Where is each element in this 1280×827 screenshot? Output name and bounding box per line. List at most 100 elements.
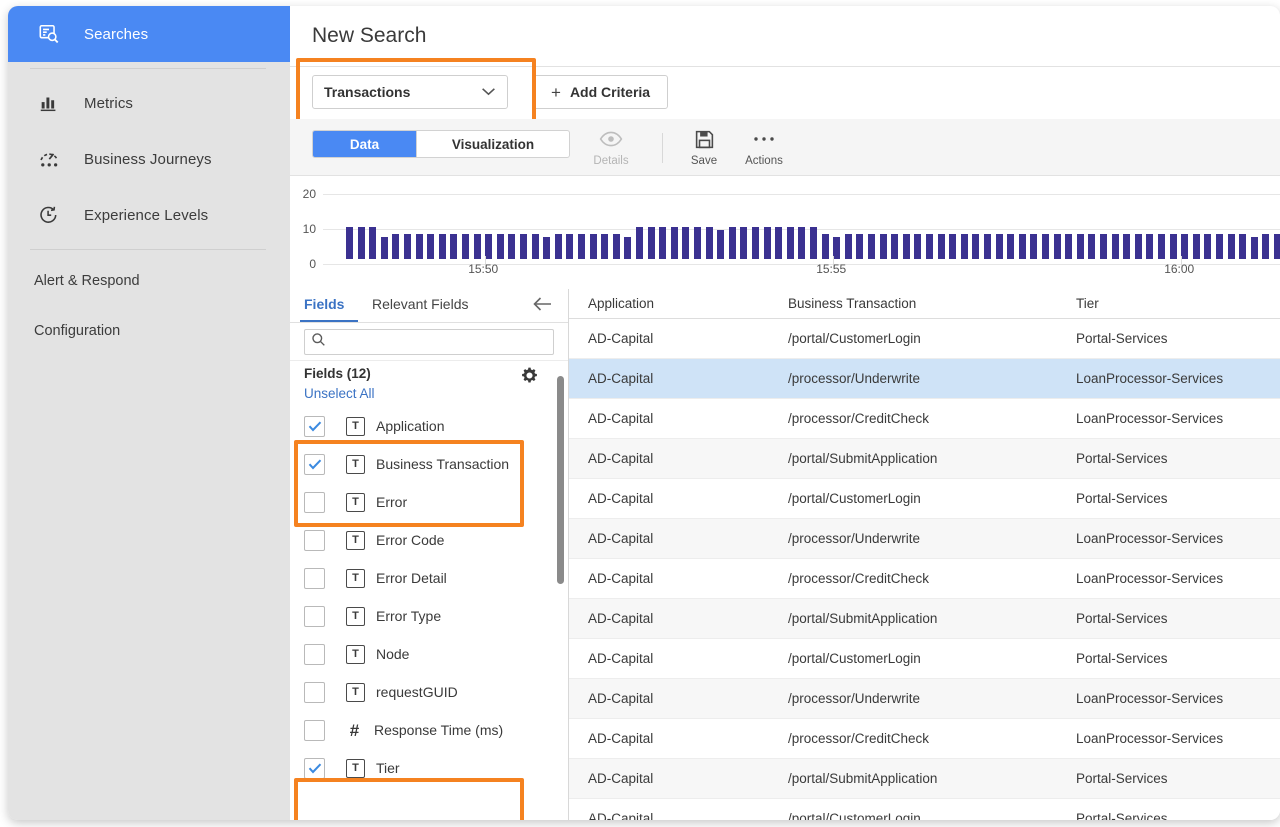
table-cell: AD-Capital [588,371,654,386]
table-cell: AD-Capital [588,811,654,820]
table-cell: /portal/CustomerLogin [788,491,921,506]
checkbox-unchecked[interactable] [304,681,325,703]
table-cell: /portal/CustomerLogin [788,651,921,666]
tab-relevant-fields[interactable]: Relevant Fields [372,296,469,312]
table-row[interactable]: AD-Capital/processor/Underwrite LoanProce… [569,359,1280,399]
checkbox-unchecked[interactable] [304,643,325,665]
unselect-all-link[interactable]: Unselect All [304,386,375,401]
field-row[interactable]: T Application [290,407,568,445]
sidebar-item-metrics[interactable]: Metrics [8,75,290,131]
field-label: requestGUID [376,684,458,700]
field-label: Application [376,418,445,434]
save-label: Save [690,155,718,167]
column-header-application[interactable]: Application [569,296,788,311]
table-cell: AD-Capital [588,491,654,506]
checkbox-checked[interactable] [304,453,325,475]
table-cell: Portal-Services [1076,491,1168,506]
text-type-icon: T [346,568,365,588]
chart-bar [810,227,817,259]
table-row[interactable]: AD-Capital/processor/CreditCheck LoanProc… [569,399,1280,439]
chart-bar [1216,233,1223,259]
field-row[interactable]: T Error [290,483,568,521]
table-cell: AD-Capital [588,331,654,346]
sidebar: Searches Metrics Business Journeys Exper… [8,6,290,820]
chart-bar [1204,233,1212,259]
field-row[interactable]: T Error Type [290,597,568,635]
field-row[interactable]: # Response Time (ms) [290,711,568,749]
field-row[interactable]: T Tier [290,749,568,787]
table-row[interactable]: AD-Capital/portal/CustomerLogin Portal-Se… [569,799,1280,820]
chart-bar [902,233,910,259]
field-row[interactable]: T Business Transaction [290,445,568,483]
chart-bar [578,233,585,259]
table-row[interactable]: AD-Capital/portal/SubmitApplication Porta… [569,439,1280,479]
field-row[interactable]: T Error Code [290,521,568,559]
chart-bar [1088,233,1096,259]
chart-bar [404,233,411,259]
table-row[interactable]: AD-Capital/processor/CreditCheck LoanProc… [569,719,1280,759]
text-type-icon: T [346,682,365,702]
chart-bar [415,233,423,259]
chart-bar [705,227,713,259]
field-label: Error Detail [376,570,447,586]
sidebar-item-alert-respond[interactable]: Alert & Respond [8,256,290,306]
chart-bar [1134,233,1142,259]
gear-icon[interactable] [521,367,538,389]
x-axis-tick: 16:00 [1164,262,1195,276]
x-axis-tick: 15:55 [816,262,847,276]
chart-bar [1181,233,1189,259]
checkbox-unchecked[interactable] [304,529,325,551]
checkbox-unchecked[interactable] [304,491,325,513]
field-row[interactable]: TrequestGUID [290,673,568,711]
chart-bar [647,227,655,259]
table-row[interactable]: AD-Capital/portal/CustomerLogin Portal-Se… [569,319,1280,359]
table-row[interactable]: AD-Capital/portal/SubmitApplication Porta… [569,599,1280,639]
clock-arrow-icon [34,200,64,230]
search-input-field[interactable] [331,333,553,350]
sidebar-item-experience-levels[interactable]: Experience Levels [8,187,290,243]
table-row[interactable]: AD-Capital/portal/CustomerLogin Portal-Se… [569,639,1280,679]
column-header-business-transaction[interactable]: Business Transaction [788,296,1076,311]
checkbox-unchecked[interactable] [304,605,325,627]
table-cell: AD-Capital [588,651,654,666]
fields-scrollbar-thumb[interactable] [557,376,564,584]
table-cell: /portal/SubmitApplication [788,451,938,466]
arrow-left-icon[interactable] [532,295,554,318]
field-row[interactable]: T Node [290,635,568,673]
table-cell: LoanProcessor-Services [1076,731,1224,746]
table-cell: Portal-Services [1076,811,1168,820]
tab-fields[interactable]: Fields [304,296,344,312]
chart-bar [636,227,643,259]
chart-bar [1123,233,1131,259]
column-header-tier[interactable]: Tier [1076,296,1280,311]
save-button[interactable]: Save [673,127,735,167]
chart-bar [346,227,353,259]
sidebar-item-searches[interactable]: Searches [8,6,290,62]
source-select[interactable]: Transactions [312,75,508,109]
field-label: Error Code [376,532,445,548]
sidebar-item-configuration[interactable]: Configuration [8,306,290,356]
field-row[interactable]: T Error Detail [290,559,568,597]
chart-bar [1030,233,1038,259]
search-input[interactable] [304,328,554,355]
sidebar-item-business-journeys[interactable]: Business Journeys [8,131,290,187]
checkbox-checked[interactable] [304,415,325,437]
table-row[interactable]: AD-Capital/processor/Underwrite LoanProce… [569,519,1280,559]
table-row[interactable]: AD-Capital/portal/SubmitApplication Porta… [569,759,1280,799]
table-cell: Portal-Services [1076,611,1168,626]
details-button[interactable]: Details [580,127,642,167]
tab-visualization[interactable]: Visualization [416,131,569,157]
table-cell: LoanProcessor-Services [1076,691,1224,706]
actions-button[interactable]: Actions [733,127,795,167]
chart-bar [1100,233,1107,259]
add-criteria-button[interactable]: + Add Criteria [533,75,669,109]
table-row[interactable]: AD-Capital/processor/Underwrite LoanProce… [569,679,1280,719]
checkbox-checked[interactable] [304,757,325,779]
tab-data[interactable]: Data [313,131,416,157]
table-row[interactable]: AD-Capital/processor/CreditCheck LoanProc… [569,559,1280,599]
chart-bar [856,233,864,259]
table-row[interactable]: AD-Capital/portal/CustomerLogin Portal-Se… [569,479,1280,519]
checkbox-unchecked[interactable] [304,567,325,589]
x-axis-tick: 15:50 [468,262,499,276]
checkbox-unchecked[interactable] [304,719,325,741]
